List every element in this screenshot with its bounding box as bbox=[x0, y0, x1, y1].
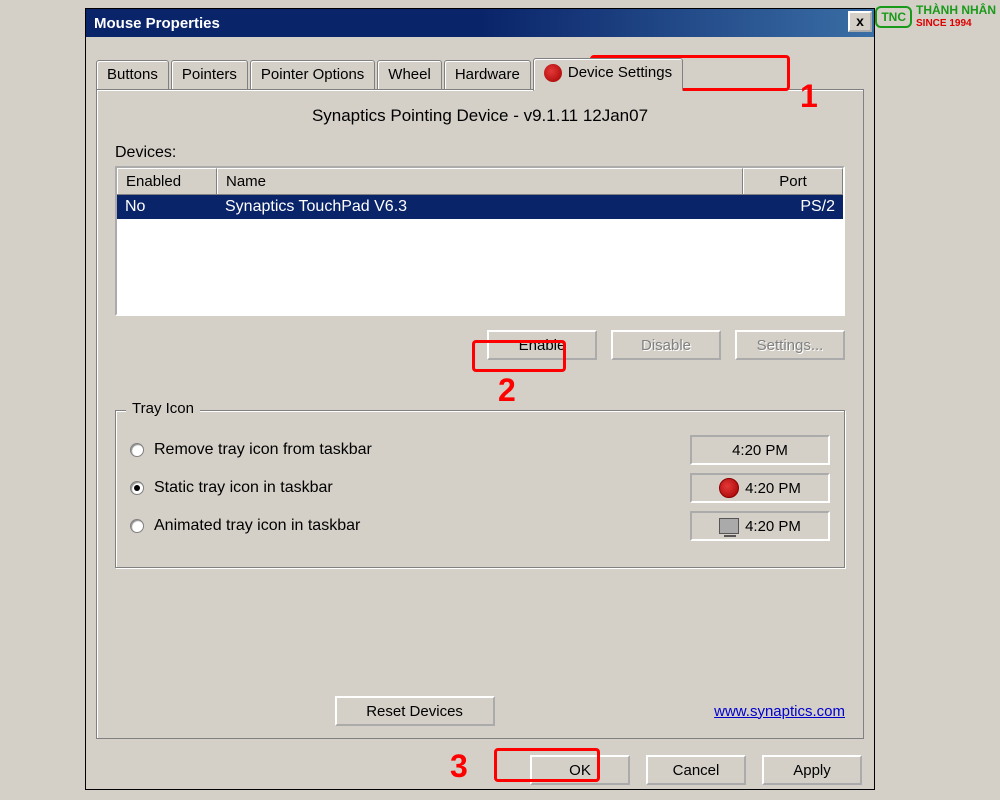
close-button[interactable]: x bbox=[848, 11, 872, 32]
static-tray-icon bbox=[719, 478, 739, 498]
col-port[interactable]: Port bbox=[743, 168, 843, 194]
tray-option-animated[interactable]: Animated tray icon in taskbar 4:20 PM bbox=[130, 511, 830, 541]
watermark-logo: TNC THÀNH NHÂN SINCE 1994 bbox=[875, 4, 996, 29]
device-buttons-row: Enable Disable Settings... bbox=[115, 330, 845, 360]
tray-legend: Tray Icon bbox=[126, 400, 200, 417]
panel-title: Synaptics Pointing Device - v9.1.11 12Ja… bbox=[115, 106, 845, 126]
tray-option-static[interactable]: Static tray icon in taskbar 4:20 PM bbox=[130, 473, 830, 503]
synaptics-link[interactable]: www.synaptics.com bbox=[714, 703, 845, 720]
tab-hardware[interactable]: Hardware bbox=[444, 60, 531, 89]
devices-list[interactable]: Enabled Name Port No Synaptics TouchPad … bbox=[115, 166, 845, 316]
cell-enabled: No bbox=[117, 195, 217, 219]
disable-button: Disable bbox=[611, 330, 721, 360]
animated-tray-icon bbox=[719, 518, 739, 534]
col-name[interactable]: Name bbox=[217, 168, 743, 194]
dialog-buttons: OK Cancel Apply bbox=[86, 747, 874, 795]
tray-preview-static: 4:20 PM bbox=[690, 473, 830, 503]
cell-name: Synaptics TouchPad V6.3 bbox=[217, 195, 743, 219]
mouse-properties-dialog: Mouse Properties x Buttons Pointers Poin… bbox=[85, 8, 875, 790]
list-header: Enabled Name Port bbox=[117, 168, 843, 195]
radio-remove[interactable] bbox=[130, 443, 144, 457]
radio-remove-label: Remove tray icon from taskbar bbox=[154, 441, 372, 459]
tray-preview-animated: 4:20 PM bbox=[690, 511, 830, 541]
tab-pointers[interactable]: Pointers bbox=[171, 60, 248, 89]
tray-icon-group: Tray Icon Remove tray icon from taskbar … bbox=[115, 410, 845, 568]
reset-devices-button[interactable]: Reset Devices bbox=[335, 696, 495, 726]
tabstrip: Buttons Pointers Pointer Options Wheel H… bbox=[86, 37, 874, 89]
radio-static-label: Static tray icon in taskbar bbox=[154, 479, 333, 497]
titlebar: Mouse Properties bbox=[86, 9, 874, 37]
tab-device-settings[interactable]: Device Settings bbox=[533, 58, 683, 91]
radio-static[interactable] bbox=[130, 481, 144, 495]
cell-port: PS/2 bbox=[743, 195, 843, 219]
ok-button[interactable]: OK bbox=[530, 755, 630, 785]
cancel-button[interactable]: Cancel bbox=[646, 755, 746, 785]
settings-button: Settings... bbox=[735, 330, 845, 360]
logo-text: THÀNH NHÂN SINCE 1994 bbox=[916, 4, 996, 29]
synaptics-icon bbox=[544, 64, 562, 82]
tab-pointer-options[interactable]: Pointer Options bbox=[250, 60, 375, 89]
devices-label: Devices: bbox=[115, 144, 845, 162]
tray-option-remove[interactable]: Remove tray icon from taskbar 4:20 PM bbox=[130, 435, 830, 465]
tab-buttons[interactable]: Buttons bbox=[96, 60, 169, 89]
enable-button[interactable]: Enable bbox=[487, 330, 597, 360]
close-icon: x bbox=[856, 13, 864, 29]
window-title: Mouse Properties bbox=[94, 15, 220, 32]
panel-bottom-row: Reset Devices www.synaptics.com bbox=[115, 696, 845, 726]
apply-button[interactable]: Apply bbox=[762, 755, 862, 785]
device-row[interactable]: No Synaptics TouchPad V6.3 PS/2 bbox=[117, 195, 843, 219]
tray-preview-remove: 4:20 PM bbox=[690, 435, 830, 465]
col-enabled[interactable]: Enabled bbox=[117, 168, 217, 194]
device-settings-panel: Synaptics Pointing Device - v9.1.11 12Ja… bbox=[96, 89, 864, 739]
tab-wheel[interactable]: Wheel bbox=[377, 60, 442, 89]
radio-animated[interactable] bbox=[130, 519, 144, 533]
logo-badge: TNC bbox=[875, 6, 912, 28]
radio-animated-label: Animated tray icon in taskbar bbox=[154, 517, 360, 535]
